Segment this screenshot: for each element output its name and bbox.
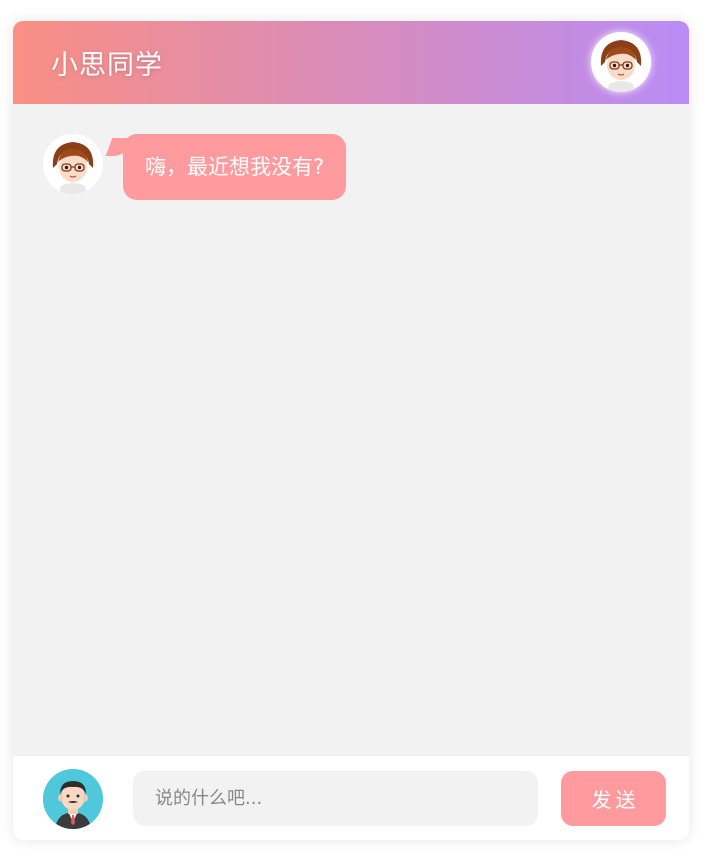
chat-window: 小思同学 嗨，最近想我没有? 说的什么吧... 发送 (13, 21, 689, 840)
message-input[interactable] (133, 771, 538, 826)
chat-header: 小思同学 (13, 21, 689, 104)
girl-avatar-icon (43, 134, 103, 194)
message-bubble: 嗨，最近想我没有? (123, 134, 347, 200)
message-list[interactable]: 嗨，最近想我没有? (13, 104, 689, 756)
chat-title: 小思同学 (51, 50, 163, 81)
girl-avatar-icon[interactable] (591, 32, 651, 92)
send-button[interactable]: 发送 (561, 771, 666, 826)
composer-bar: 发送 (13, 756, 689, 840)
boy-avatar-icon (43, 769, 103, 829)
